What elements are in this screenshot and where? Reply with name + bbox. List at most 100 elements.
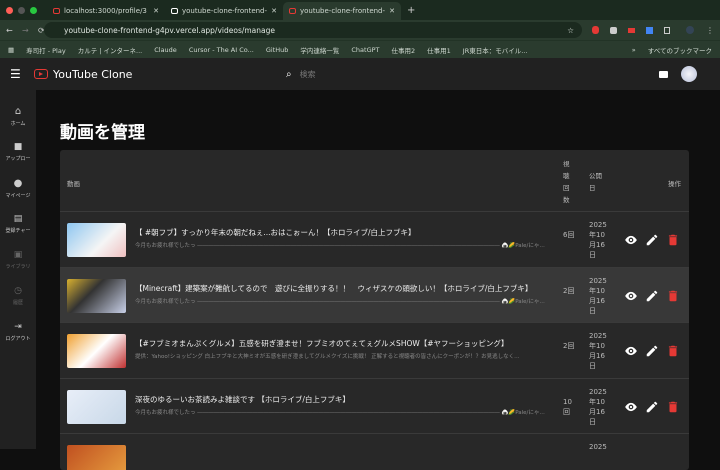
browser-tab[interactable]: youtube-clone-frontend-g4pv✕	[165, 2, 283, 20]
sidebar: ⌂ ホーム ■ アップロー ● マイページ ▤ 登録チャー ▣ ライブラリ ◷ 履歴 ⇥ ログ…	[0, 90, 36, 449]
video-description: 今月もお疲れ様でしたっ ――――――――――――――――――――――――――――…	[135, 298, 545, 305]
youtube-favicon-icon	[289, 8, 296, 14]
published-date: 2025年10月16日	[589, 332, 607, 370]
video-camera-icon: ■	[13, 142, 23, 152]
view-count: 2回	[563, 286, 575, 295]
browser-tab[interactable]: localhost:3000/profile/3 ✕	[47, 2, 165, 20]
back-icon[interactable]: ←	[6, 26, 13, 35]
search-input[interactable]: ⌕ 検索	[280, 62, 540, 86]
browser-tab-bar: localhost:3000/profile/3 ✕ youtube-clone-…	[0, 0, 720, 20]
extension-icon[interactable]	[610, 26, 617, 34]
table-row[interactable]: 2025	[60, 434, 689, 470]
all-bookmarks-folder[interactable]: すべてのブックマーク	[648, 45, 712, 55]
upload-video-icon[interactable]	[659, 70, 668, 78]
table-row[interactable]: 【Minecraft】建築案が難航してるので 遊びに全振りする！！ ウィザスケの…	[60, 267, 689, 323]
menu-icon[interactable]: ☰	[10, 67, 21, 81]
published-date: 2025年10月16日	[589, 276, 607, 315]
delete-trash-icon[interactable]	[666, 400, 680, 414]
sidebar-item-logout[interactable]: ⇥ ログアウト	[0, 314, 36, 350]
bookmark-item[interactable]: Claude	[154, 46, 177, 54]
close-tab-icon[interactable]: ✕	[153, 7, 159, 15]
sidebar-item-library[interactable]: ▣ ライブラリ	[0, 242, 36, 278]
video-description: 今月もお疲れ様でしたっ ――――――――――――――――――――――――――――…	[135, 409, 545, 416]
extension-icon[interactable]	[592, 26, 599, 34]
edit-pencil-icon[interactable]	[645, 233, 659, 247]
bookmark-folder[interactable]: 仕事用2	[392, 45, 416, 55]
app-title[interactable]: YouTube Clone	[53, 68, 132, 81]
page-title: 動画を管理	[60, 123, 145, 143]
video-description: 今月もお疲れ様でしたっ ――――――――――――――――――――――――――――…	[135, 243, 545, 249]
bookmark-item[interactable]: 学内連絡一覧	[300, 45, 339, 55]
video-title[interactable]: 【 #朝フブ】すっかり年末の朝だねぇ...おはこぉーん！【ホロライブ/白上フブキ…	[135, 227, 545, 238]
delete-trash-icon[interactable]	[666, 344, 680, 358]
video-thumbnail[interactable]	[67, 334, 126, 368]
video-thumbnail[interactable]	[67, 278, 126, 313]
sidebar-item-mypage[interactable]: ● マイページ	[0, 170, 36, 206]
close-tab-icon[interactable]: ✕	[271, 7, 277, 15]
table-row[interactable]: 深夜のゆるーいお茶読みよ雑談です 【ホロライブ/白上フブキ】 今月もお疲れ様でし…	[60, 379, 689, 434]
new-tab-button[interactable]: +	[407, 5, 415, 16]
videos-table: 動画 視聴回数 公開日 操作 【 #朝フブ】すっかり年末の朝だねぇ...おはこぉ…	[60, 150, 689, 470]
search-icon: ⌕	[286, 68, 292, 80]
window-controls[interactable]	[6, 6, 37, 14]
main-content: 動画を管理 動画 視聴回数 公開日 操作 【 #朝フブ】すっかり年末の朝だねぇ.…	[36, 90, 720, 470]
delete-trash-icon[interactable]	[666, 233, 680, 247]
avatar[interactable]	[681, 66, 697, 82]
header-views: 視聴回数	[563, 160, 570, 204]
bookmarks-bar: ▦ 寿司打 - Play カルテ | インターネ... Claude Curso…	[0, 40, 720, 58]
address-bar-row: ← → ⟳ youtube-clone-frontend-g4pv.vercel…	[0, 20, 720, 40]
view-eye-icon[interactable]	[624, 344, 638, 358]
home-icon: ⌂	[14, 105, 22, 117]
translate-extension-icon[interactable]	[646, 26, 653, 34]
sidebar-item-history[interactable]: ◷ 履歴	[0, 278, 36, 314]
published-date: 2025年10月16日	[589, 387, 607, 426]
more-bookmarks-icon[interactable]: »	[632, 46, 636, 54]
video-title[interactable]: 【Minecraft】建築案が難航してるので 遊びに全振りする！！ ウィザスケの…	[135, 283, 545, 294]
forward-icon[interactable]: →	[22, 26, 29, 35]
sidebar-item-upload[interactable]: ■ アップロー	[0, 134, 36, 170]
view-eye-icon[interactable]	[624, 400, 638, 414]
header-published: 公開日	[589, 172, 602, 192]
video-thumbnail[interactable]	[67, 223, 126, 257]
table-row[interactable]: 【 #朝フブ】すっかり年末の朝だねぇ...おはこぉーん！【ホロライブ/白上フブキ…	[60, 212, 689, 268]
browser-tab-active[interactable]: youtube-clone-frontend-g4pv✕	[283, 2, 401, 20]
subscriptions-icon: ▤	[13, 214, 23, 224]
video-library-icon: ▣	[13, 250, 23, 260]
edit-pencil-icon[interactable]	[645, 344, 659, 358]
sidebar-item-subscriptions[interactable]: ▤ 登録チャー	[0, 206, 36, 242]
header-video: 動画	[67, 180, 80, 188]
bookmark-item[interactable]: カルテ | インターネ...	[78, 45, 143, 55]
video-thumbnail[interactable]	[67, 389, 126, 424]
bookmark-item[interactable]: JR東日本：モバイル...	[463, 45, 528, 55]
profile-avatar-icon[interactable]	[686, 26, 694, 34]
bookmark-folder[interactable]: 仕事用1	[427, 45, 451, 55]
bookmark-item[interactable]: 寿司打 - Play	[26, 45, 66, 55]
view-eye-icon[interactable]	[624, 233, 638, 247]
video-title[interactable]: 【#フブミオまんぷくグルメ】五感を研ぎ澄ませ！フブミオのてぇてぇグルメSHOW【…	[135, 338, 545, 349]
view-count: 2回	[563, 342, 575, 350]
view-count: 6回	[563, 231, 575, 239]
vercel-favicon-icon	[171, 8, 178, 14]
bookmark-item[interactable]: ChatGPT	[351, 46, 379, 54]
view-eye-icon[interactable]	[624, 289, 638, 303]
table-header: 動画 視聴回数 公開日 操作	[60, 150, 689, 212]
browser-menu-icon[interactable]: ⋮	[706, 26, 714, 35]
url-input[interactable]: youtube-clone-frontend-g4pv.vercel.app/v…	[44, 22, 582, 38]
youtube-favicon-icon	[53, 8, 60, 14]
video-title[interactable]: 深夜のゆるーいお茶読みよ雑談です 【ホロライブ/白上フブキ】	[135, 394, 545, 405]
close-tab-icon[interactable]: ✕	[389, 7, 395, 15]
sidebar-item-home[interactable]: ⌂ ホーム	[0, 98, 36, 134]
history-icon: ◷	[14, 286, 22, 296]
youtube-logo-icon[interactable]	[34, 69, 48, 79]
app-header: ☰ YouTube Clone ⌕ 検索	[0, 58, 720, 90]
delete-trash-icon[interactable]	[666, 289, 680, 303]
table-row[interactable]: 【#フブミオまんぷくグルメ】五感を研ぎ澄ませ！フブミオのてぇてぇグルメSHOW【…	[60, 323, 689, 379]
bookmark-item[interactable]: GitHub	[266, 46, 289, 54]
extension-icon[interactable]	[628, 27, 635, 33]
extensions-puzzle-icon[interactable]	[664, 26, 670, 34]
edit-pencil-icon[interactable]	[645, 289, 659, 303]
edit-pencil-icon[interactable]	[645, 400, 659, 414]
apps-grid-icon[interactable]: ▦	[8, 46, 14, 54]
bookmark-item[interactable]: Cursor - The AI Co...	[189, 46, 254, 54]
bookmark-star-icon[interactable]: ☆	[567, 26, 574, 35]
